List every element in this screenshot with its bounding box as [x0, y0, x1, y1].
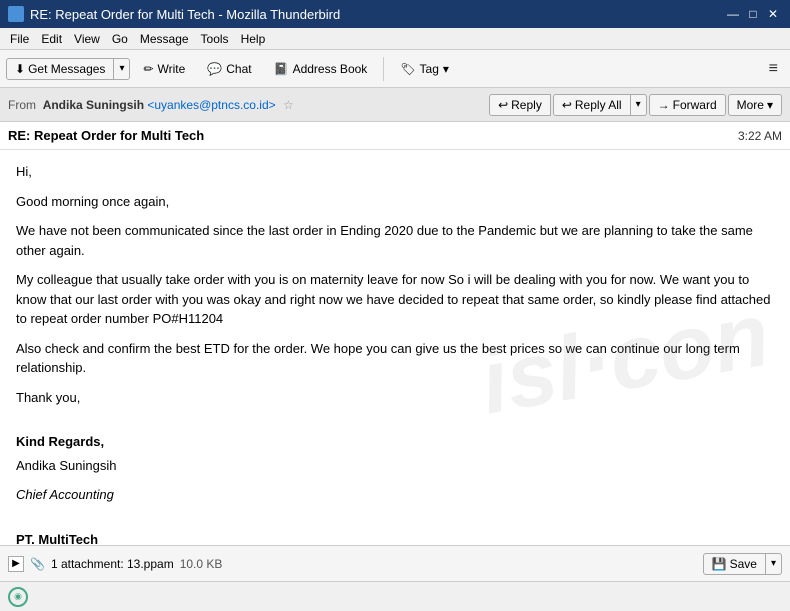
- address-book-icon: 📓: [274, 62, 289, 76]
- minimize-button[interactable]: —: [724, 6, 742, 22]
- line3: My colleague that usually take order wit…: [16, 270, 774, 329]
- get-messages-label: Get Messages: [28, 62, 105, 76]
- email-body: isl·con Hi, Good morning once again, We …: [0, 150, 790, 545]
- save-label: Save: [730, 557, 757, 571]
- reply-all-icon: ↩: [562, 98, 572, 112]
- reply-all-dropdown[interactable]: ▾: [631, 94, 647, 116]
- get-messages-dropdown[interactable]: ▾: [114, 58, 130, 80]
- tag-icon: 🏷: [400, 62, 415, 76]
- app-icon: [8, 6, 24, 22]
- attachment-count-label: 1 attachment: 13.ppam: [51, 557, 174, 571]
- toolbar: ⬇ Get Messages ▾ ✏ Write 💬 Chat 📓 Addres…: [0, 50, 790, 88]
- menu-tools[interactable]: Tools: [195, 30, 235, 48]
- line5: Thank you,: [16, 388, 774, 408]
- forward-button[interactable]: → Forward: [649, 94, 726, 116]
- email-action-buttons: ↩ Reply ↩ Reply All ▾ → Forward More ▾: [489, 94, 782, 116]
- chat-icon: 💬: [207, 62, 222, 76]
- window-controls: — □ ✕: [724, 6, 782, 22]
- tag-dropdown-icon: ▾: [443, 62, 449, 76]
- tag-button[interactable]: 🏷 Tag ▾: [391, 58, 458, 80]
- title-bar: RE: Repeat Order for Multi Tech - Mozill…: [0, 0, 790, 28]
- more-button[interactable]: More ▾: [728, 94, 782, 116]
- menu-go[interactable]: Go: [106, 30, 134, 48]
- subject-bar: RE: Repeat Order for Multi Tech 3:22 AM: [0, 122, 790, 150]
- reply-button[interactable]: ↩ Reply: [489, 94, 551, 116]
- get-messages-icon: ⬇: [15, 62, 25, 76]
- wifi-symbol: ◉: [14, 591, 22, 602]
- more-icon: ▾: [767, 98, 773, 112]
- greeting: Hi,: [16, 162, 774, 182]
- write-icon: ✏: [143, 62, 153, 76]
- get-messages-group: ⬇ Get Messages ▾: [6, 58, 130, 80]
- save-button[interactable]: 💾 Save: [703, 553, 766, 575]
- from-name: Andika Suningsih: [43, 98, 144, 112]
- toolbar-separator: [383, 57, 384, 81]
- menu-view[interactable]: View: [68, 30, 106, 48]
- attachment-paperclip-icon: 📎: [30, 557, 45, 571]
- status-bar: ◉: [0, 581, 790, 611]
- maximize-button[interactable]: □: [744, 6, 762, 22]
- reply-label: Reply: [511, 98, 542, 112]
- window-title: RE: Repeat Order for Multi Tech - Mozill…: [30, 7, 340, 22]
- chat-button[interactable]: 💬 Chat: [198, 58, 260, 80]
- save-button-group: 💾 Save ▾: [703, 553, 782, 575]
- signature-label: Kind Regards,: [16, 432, 774, 452]
- get-messages-button[interactable]: ⬇ Get Messages: [6, 58, 114, 80]
- reply-all-group: ↩ Reply All ▾: [553, 94, 647, 116]
- email-subject: RE: Repeat Order for Multi Tech: [8, 128, 204, 143]
- reply-group: ↩ Reply: [489, 94, 551, 116]
- address-book-button[interactable]: 📓 Address Book: [265, 58, 377, 80]
- write-button[interactable]: ✏ Write: [134, 58, 194, 80]
- signature-name: Andika Suningsih: [16, 456, 774, 476]
- attachment-info: ▶ 📎 1 attachment: 13.ppam 10.0 KB: [8, 556, 222, 572]
- forward-label: Forward: [673, 98, 717, 112]
- company-name: PT. MultiTech: [16, 530, 774, 546]
- menu-file[interactable]: File: [4, 30, 35, 48]
- more-label: More: [737, 98, 764, 112]
- menu-edit[interactable]: Edit: [35, 30, 68, 48]
- close-button[interactable]: ✕: [764, 6, 782, 22]
- signature-title: Chief Accounting: [16, 485, 774, 505]
- attachment-bar: ▶ 📎 1 attachment: 13.ppam 10.0 KB 💾 Save…: [0, 545, 790, 581]
- line2: We have not been communicated since the …: [16, 221, 774, 260]
- line4: Also check and confirm the best ETD for …: [16, 339, 774, 378]
- wifi-icon: ◉: [8, 587, 28, 607]
- attachment-size-label: 10.0 KB: [180, 557, 223, 571]
- email-time: 3:22 AM: [738, 129, 782, 143]
- reply-all-label: Reply All: [575, 98, 622, 112]
- attachment-expand-button[interactable]: ▶: [8, 556, 24, 572]
- from-label: From: [8, 98, 39, 112]
- from-email-link[interactable]: <uyankes@ptncs.co.id>: [147, 98, 275, 112]
- menu-help[interactable]: Help: [235, 30, 272, 48]
- reply-icon: ↩: [498, 98, 508, 112]
- email-from-bar: From Andika Suningsih <uyankes@ptncs.co.…: [0, 88, 790, 122]
- chat-label: Chat: [226, 62, 251, 76]
- line1: Good morning once again,: [16, 192, 774, 212]
- star-icon[interactable]: ☆: [283, 98, 294, 112]
- email-from-info: From Andika Suningsih <uyankes@ptncs.co.…: [8, 98, 294, 112]
- menu-bar: File Edit View Go Message Tools Help: [0, 28, 790, 50]
- write-label: Write: [158, 62, 186, 76]
- reply-all-button[interactable]: ↩ Reply All: [553, 94, 631, 116]
- address-book-label: Address Book: [293, 62, 368, 76]
- from-email: <uyankes@ptncs.co.id>: [147, 98, 275, 112]
- save-dropdown-button[interactable]: ▾: [766, 553, 782, 575]
- save-icon: 💾: [712, 557, 727, 571]
- tag-label: Tag: [420, 62, 439, 76]
- toolbar-menu-button[interactable]: ≡: [763, 57, 784, 81]
- menu-message[interactable]: Message: [134, 30, 195, 48]
- forward-icon: →: [658, 98, 670, 112]
